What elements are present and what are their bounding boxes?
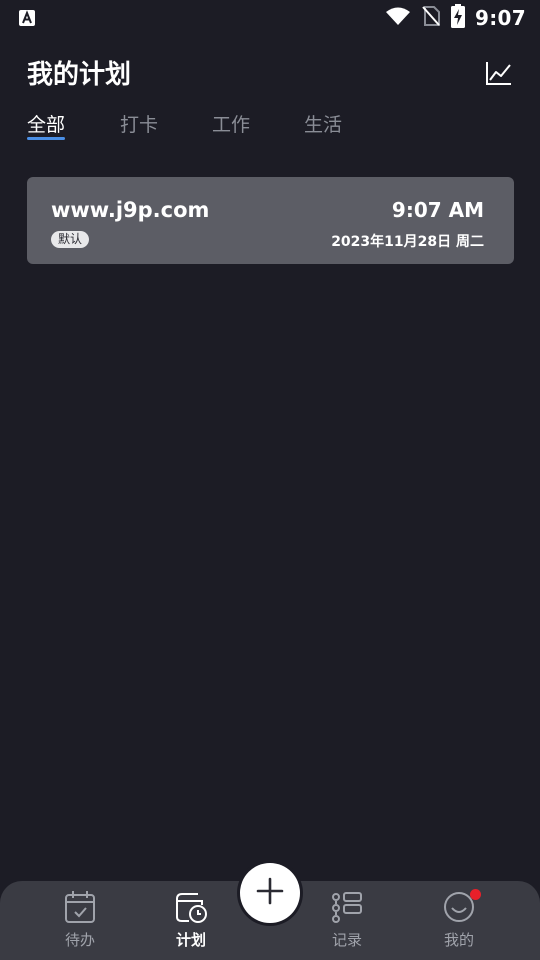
calendar-check-icon	[62, 889, 98, 925]
plan-time: 9:07 AM	[391, 198, 484, 222]
tab-checkin[interactable]: 打卡	[120, 110, 158, 137]
nav-records[interactable]: 记录	[307, 889, 387, 955]
nav-todo[interactable]: 待办	[40, 889, 120, 955]
wifi-icon	[385, 6, 411, 30]
battery-charging-icon	[451, 4, 466, 32]
nav-me[interactable]: 我的	[419, 889, 499, 955]
nav-label: 记录	[331, 931, 362, 949]
line-chart-icon	[485, 60, 513, 90]
plan-tag-badge: 默认	[51, 231, 90, 248]
tab-work[interactable]: 工作	[212, 110, 250, 137]
plan-clock-icon	[173, 889, 209, 925]
notification-badge	[470, 889, 481, 900]
status-bar: 9:07	[0, 0, 540, 36]
nav-label: 我的	[443, 931, 474, 949]
plan-title: www.j9p.com	[51, 198, 210, 222]
tab-label: 工作	[212, 114, 251, 136]
app-notification-icon	[18, 9, 36, 27]
plus-icon	[255, 876, 285, 910]
list-icon	[329, 889, 365, 925]
screen: 9:07 我的计划 全部 打卡 工作 生活 www.j9p.com 默认 9:0…	[0, 0, 540, 960]
page-title: 我的计划	[27, 60, 132, 90]
tab-label: 打卡	[120, 114, 159, 136]
nav-plan[interactable]: 计划	[151, 889, 231, 955]
no-sim-icon	[421, 5, 441, 31]
tab-label: 全部	[27, 114, 66, 136]
plan-card[interactable]: www.j9p.com 默认 9:07 AM 2023年11月28日 周二	[27, 177, 514, 264]
tab-life[interactable]: 生活	[304, 110, 342, 137]
nav-label: 待办	[64, 931, 95, 949]
tab-label: 生活	[304, 114, 343, 136]
tab-all[interactable]: 全部	[27, 110, 66, 140]
nav-label: 计划	[175, 931, 206, 949]
status-time: 9:07	[475, 6, 526, 30]
stats-button[interactable]	[482, 58, 516, 92]
status-icons: 9:07	[385, 4, 526, 32]
add-plan-button[interactable]	[240, 863, 300, 923]
tab-active-indicator	[27, 137, 65, 140]
plan-date: 2023年11月28日 周二	[331, 234, 484, 250]
